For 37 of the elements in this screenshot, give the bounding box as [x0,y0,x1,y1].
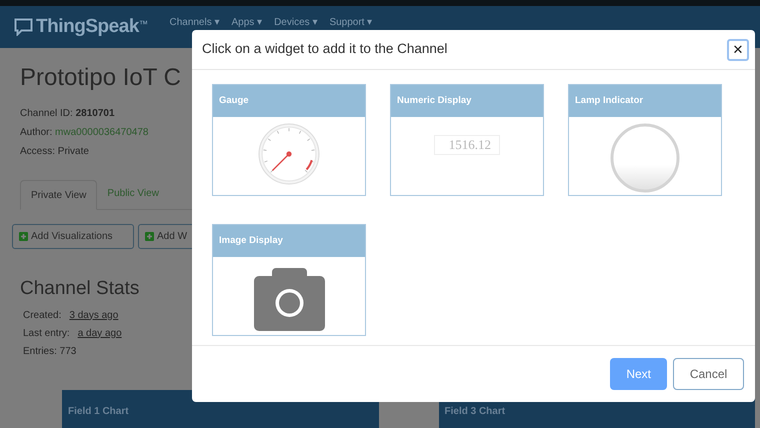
lamp-icon [610,123,680,193]
nav-menu-item[interactable]: Channels ▾ [169,14,220,30]
created-stat: Created: 3 days ago [23,308,118,322]
gauge-drawing [258,123,320,185]
channel-author: Author: mwa0000036470478 [20,126,148,140]
numeric-value: 1516.12 [434,135,500,155]
next-button[interactable]: Next [610,358,667,390]
cancel-button[interactable]: Cancel [673,358,744,390]
view-tab[interactable]: Public View [97,179,169,209]
widget-card[interactable]: Numeric Display 1516.12 [390,84,544,196]
widget-title: Lamp Indicator [575,94,644,108]
camera-icon [254,268,324,331]
plus-icon [19,232,28,241]
stats-title: Channel Stats [20,277,140,301]
channel-id: Channel ID: 2810701 [20,107,115,121]
widget-title: Image Display [219,234,283,248]
plus-icon [145,232,154,241]
last-entry-stat: Last entry: a day ago [23,326,122,340]
entries-stat: Entries: 773 [23,344,76,358]
widget-title: Numeric Display [397,94,472,108]
widget-card[interactable]: Image Display [212,224,366,336]
chat-bubble-icon [14,18,33,36]
nav-menu-item[interactable]: Apps ▾ [232,14,262,30]
channel-access: Access: Private [20,145,89,159]
close-button[interactable]: ✕ [727,38,749,60]
add-button[interactable]: Add Visualizations [12,224,134,249]
widget-card[interactable]: Lamp Indicator [568,84,722,196]
widget-card[interactable]: Gauge [212,84,366,196]
chart-title: Field 3 Chart [444,405,506,419]
nav-menu-item[interactable]: Support ▾ [329,14,372,30]
view-tab[interactable]: Private View [20,180,98,210]
dialog-title: Click on a widget to add it to the Channel [202,40,448,58]
widget-title: Gauge [219,94,249,108]
brand-logo[interactable]: ThingSpeak$^{™}$ [36,12,148,42]
channel-title: Prototipo IoT C [20,63,181,93]
chart-title: Field 1 Chart [68,405,129,419]
nav-menu-item[interactable]: Devices ▾ [274,14,318,30]
